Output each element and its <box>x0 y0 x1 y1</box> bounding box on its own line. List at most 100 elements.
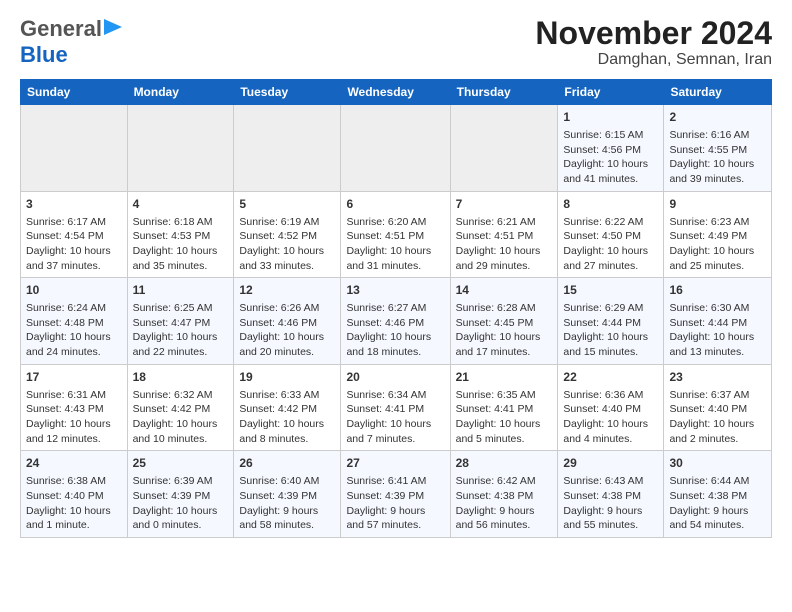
cell-text: Sunset: 4:39 PM <box>239 489 335 504</box>
cell-text: Sunset: 4:47 PM <box>133 316 229 331</box>
cell-text: Sunrise: 6:30 AM <box>669 301 766 316</box>
cell-text: Sunrise: 6:22 AM <box>563 215 658 230</box>
table-row: 28Sunrise: 6:42 AMSunset: 4:38 PMDayligh… <box>450 451 558 538</box>
table-row: 20Sunrise: 6:34 AMSunset: 4:41 PMDayligh… <box>341 364 450 451</box>
cell-text: Sunrise: 6:27 AM <box>346 301 444 316</box>
table-row <box>21 105 128 192</box>
day-number: 16 <box>669 282 766 299</box>
col-tuesday: Tuesday <box>234 80 341 105</box>
cell-text: Daylight: 10 hours <box>26 504 122 519</box>
table-row: 23Sunrise: 6:37 AMSunset: 4:40 PMDayligh… <box>664 364 772 451</box>
day-number: 7 <box>456 196 553 213</box>
cell-text: Sunset: 4:38 PM <box>563 489 658 504</box>
table-row: 16 Sunrise: 6:30 AMSunset: 4:44 PMDayligh… <box>664 278 772 365</box>
cell-text: Sunrise: 6:16 AM <box>669 128 766 143</box>
cell-text: Sunrise: 6:25 AM <box>133 301 229 316</box>
cell-text: and 18 minutes. <box>346 345 444 360</box>
cell-text: Daylight: 10 hours <box>26 330 122 345</box>
cell-text: and 8 minutes. <box>239 432 335 447</box>
cell-text: Daylight: 10 hours <box>133 330 229 345</box>
day-number: 19 <box>239 369 335 386</box>
cell-text: Daylight: 10 hours <box>346 244 444 259</box>
cell-text: and 0 minutes. <box>133 518 229 533</box>
table-row: 5Sunrise: 6:19 AMSunset: 4:52 PMDaylight… <box>234 191 341 278</box>
cell-text: Daylight: 9 hours <box>239 504 335 519</box>
cell-text: and 39 minutes. <box>669 172 766 187</box>
table-row: 22Sunrise: 6:36 AMSunset: 4:40 PMDayligh… <box>558 364 664 451</box>
cell-text: Daylight: 10 hours <box>669 330 766 345</box>
cell-text: Sunset: 4:49 PM <box>669 229 766 244</box>
cell-text: Daylight: 10 hours <box>456 330 553 345</box>
cell-text: Daylight: 9 hours <box>346 504 444 519</box>
day-number: 20 <box>346 369 444 386</box>
cell-text: Sunset: 4:54 PM <box>26 229 122 244</box>
table-row <box>450 105 558 192</box>
day-number: 6 <box>346 196 444 213</box>
cell-text: Daylight: 9 hours <box>563 504 658 519</box>
cell-text: Sunrise: 6:15 AM <box>563 128 658 143</box>
day-number: 14 <box>456 282 553 299</box>
cell-text: Sunset: 4:40 PM <box>563 402 658 417</box>
table-row: 27Sunrise: 6:41 AMSunset: 4:39 PMDayligh… <box>341 451 450 538</box>
cell-text: and 22 minutes. <box>133 345 229 360</box>
cell-text: and 55 minutes. <box>563 518 658 533</box>
cell-text: Sunrise: 6:19 AM <box>239 215 335 230</box>
table-row: 21Sunrise: 6:35 AMSunset: 4:41 PMDayligh… <box>450 364 558 451</box>
col-monday: Monday <box>127 80 234 105</box>
table-row: 13Sunrise: 6:27 AMSunset: 4:46 PMDayligh… <box>341 278 450 365</box>
cell-text: Sunrise: 6:28 AM <box>456 301 553 316</box>
col-wednesday: Wednesday <box>341 80 450 105</box>
cell-text: and 10 minutes. <box>133 432 229 447</box>
cell-text: Sunset: 4:39 PM <box>346 489 444 504</box>
cell-text: Sunset: 4:44 PM <box>563 316 658 331</box>
table-row: 4Sunrise: 6:18 AMSunset: 4:53 PMDaylight… <box>127 191 234 278</box>
cell-text: Daylight: 10 hours <box>239 244 335 259</box>
col-thursday: Thursday <box>450 80 558 105</box>
calendar-body: 1Sunrise: 6:15 AMSunset: 4:56 PMDaylight… <box>21 105 772 538</box>
cell-text: Sunrise: 6:43 AM <box>563 474 658 489</box>
cell-text: Daylight: 10 hours <box>456 417 553 432</box>
cell-text: Daylight: 10 hours <box>456 244 553 259</box>
cell-text: and 4 minutes. <box>563 432 658 447</box>
cell-text: Sunset: 4:40 PM <box>26 489 122 504</box>
table-row: 7Sunrise: 6:21 AMSunset: 4:51 PMDaylight… <box>450 191 558 278</box>
cell-text: and 1 minute. <box>26 518 122 533</box>
cell-text: and 15 minutes. <box>563 345 658 360</box>
cell-text: and 54 minutes. <box>669 518 766 533</box>
cell-text: Daylight: 10 hours <box>133 244 229 259</box>
day-number: 13 <box>346 282 444 299</box>
cell-text: and 41 minutes. <box>563 172 658 187</box>
calendar-week-0: 1Sunrise: 6:15 AMSunset: 4:56 PMDaylight… <box>21 105 772 192</box>
calendar-week-4: 24Sunrise: 6:38 AMSunset: 4:40 PMDayligh… <box>21 451 772 538</box>
cell-text: Sunrise: 6:32 AM <box>133 388 229 403</box>
cell-text: Sunrise: 6:18 AM <box>133 215 229 230</box>
cell-text: Daylight: 10 hours <box>26 244 122 259</box>
cell-text: Sunrise: 6:17 AM <box>26 215 122 230</box>
logo-blue-text: Blue <box>20 42 68 68</box>
day-number: 12 <box>239 282 335 299</box>
cell-text: Sunset: 4:53 PM <box>133 229 229 244</box>
table-row: 26Sunrise: 6:40 AMSunset: 4:39 PMDayligh… <box>234 451 341 538</box>
cell-text: Daylight: 10 hours <box>563 330 658 345</box>
day-number: 28 <box>456 455 553 472</box>
cell-text: Daylight: 10 hours <box>239 330 335 345</box>
cell-text: Sunrise: 6:20 AM <box>346 215 444 230</box>
cell-text: Sunset: 4:51 PM <box>346 229 444 244</box>
cell-text: and 37 minutes. <box>26 259 122 274</box>
cell-text: Daylight: 10 hours <box>669 417 766 432</box>
table-row: 15Sunrise: 6:29 AMSunset: 4:44 PMDayligh… <box>558 278 664 365</box>
day-number: 25 <box>133 455 229 472</box>
cell-text: Sunrise: 6:38 AM <box>26 474 122 489</box>
table-row: 8Sunrise: 6:22 AMSunset: 4:50 PMDaylight… <box>558 191 664 278</box>
cell-text: Sunset: 4:52 PM <box>239 229 335 244</box>
cell-text: Sunrise: 6:29 AM <box>563 301 658 316</box>
cell-text: Sunset: 4:48 PM <box>26 316 122 331</box>
day-number: 30 <box>669 455 766 472</box>
day-number: 29 <box>563 455 658 472</box>
day-number: 21 <box>456 369 553 386</box>
cell-text: Sunset: 4:44 PM <box>669 316 766 331</box>
cell-text: Sunrise: 6:44 AM <box>669 474 766 489</box>
cell-text: Daylight: 10 hours <box>669 244 766 259</box>
col-saturday: Saturday <box>664 80 772 105</box>
cell-text: Daylight: 9 hours <box>456 504 553 519</box>
